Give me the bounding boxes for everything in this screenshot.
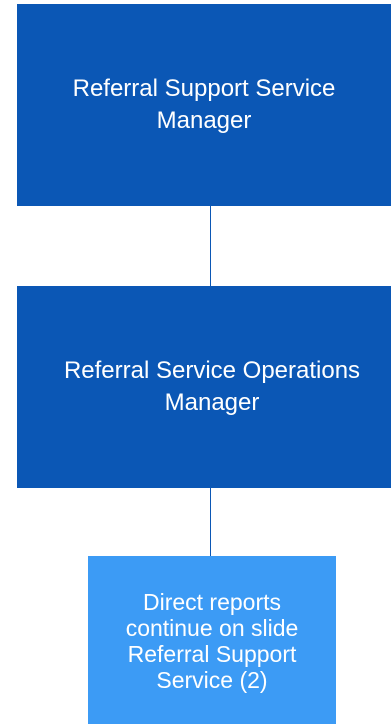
- org-node-continuation-note[interactable]: Direct reports continue on slide Referra…: [88, 556, 336, 724]
- node-label: Direct reports continue on slide Referra…: [125, 589, 299, 693]
- connector-line-middle-bottom: [210, 488, 211, 556]
- connector-line-top-middle: [210, 206, 211, 286]
- org-node-referral-service-operations-manager[interactable]: Referral Service Operations Manager: [17, 286, 391, 488]
- org-node-referral-support-service-manager[interactable]: Referral Support Service Manager: [17, 4, 391, 206]
- node-label: Referral Support Service Manager: [72, 75, 336, 134]
- node-label: Referral Service Operations Manager: [63, 357, 361, 416]
